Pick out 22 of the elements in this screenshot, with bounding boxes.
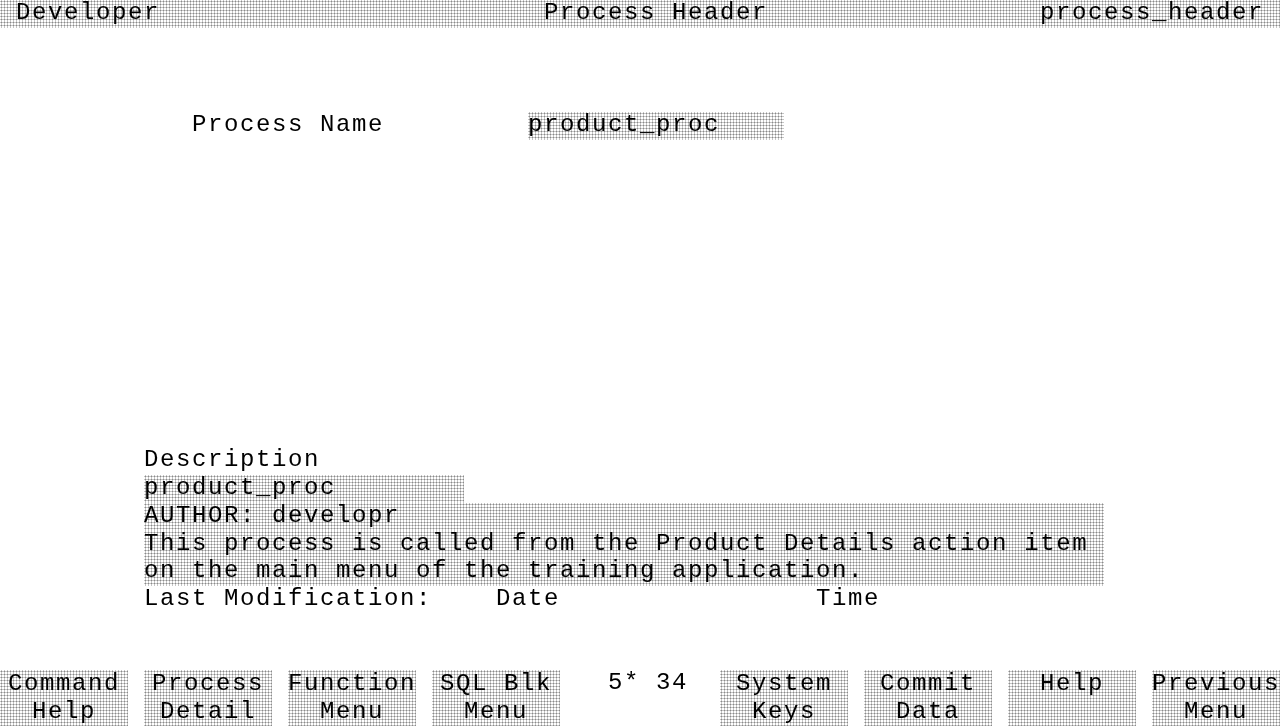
date-label: Date [496,586,561,615]
description-field[interactable]: AUTHOR: developr [144,502,1104,531]
function-key[interactable]: Command Help [0,670,128,726]
process-name-label: Process Name [192,111,386,140]
function-key[interactable]: Help [1008,670,1136,726]
description-field[interactable]: product_proc [144,474,464,503]
form-name: process_header [1040,0,1266,28]
status-indicator: 5* 34 [608,670,689,699]
user-label: Developer [16,0,162,28]
process-name-field[interactable]: product_proc [528,111,784,140]
time-label: Time [816,586,881,615]
function-key[interactable]: SQL Blk Menu [432,670,560,726]
function-key[interactable]: Previous Menu [1152,670,1280,726]
last-modification-label: Last Modification: [144,586,434,615]
description-label: Description [144,446,322,475]
screen-title: Process Header [544,0,770,28]
description-field[interactable]: on the main menu of the training application. [144,558,1104,587]
function-key[interactable]: Function Menu [288,670,416,726]
function-key[interactable]: System Keys [720,670,848,726]
function-key[interactable]: Process Detail [144,670,272,726]
description-field[interactable]: This process is called from the Product Details action item [144,530,1104,559]
function-key[interactable]: Commit Data [864,670,992,726]
